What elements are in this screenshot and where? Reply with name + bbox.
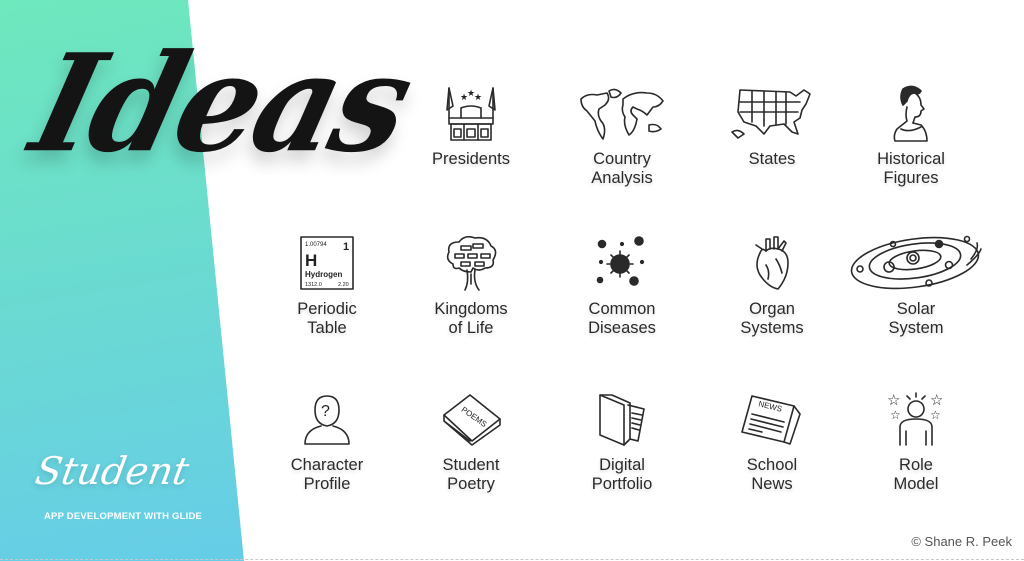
idea-card-kingdoms-of-life[interactable]: Kingdoms of Life [401,232,541,338]
heart-icon [755,236,789,290]
tree-icon [446,235,497,291]
idea-card-periodic-table[interactable]: 1.00794 1 H Hydrogen 1312.0 2.20 Periodi… [257,232,397,338]
newspaper-icon: NEWS [741,395,801,445]
brand-logo: Student [32,449,193,493]
virus-icon [596,236,645,286]
element-number: 1 [343,241,349,253]
brand-subtitle: APP DEVELOPMENT WITH GLIDE [44,511,203,522]
idea-label: Kingdoms of Life [434,300,508,337]
idea-card-school-news[interactable]: NEWS School News [702,388,842,494]
bust-portrait-icon [893,85,928,142]
world-map-icon [580,88,664,140]
us-map-icon [731,89,811,139]
newspaper-title: NEWS [758,399,783,414]
copyright-credit: © Shane R. Peek [911,534,1012,549]
element-ionization: 1312.0 [305,282,322,288]
idea-card-role-model[interactable]: ☆ ☆ ☆ ☆ Role Model [846,388,986,494]
idea-label: States [748,150,796,168]
role-model-icon: ☆ ☆ ☆ ☆ [887,392,943,446]
idea-card-digital-portfolio[interactable]: Digital Portfolio [552,388,692,494]
folder-icon [599,394,645,446]
idea-label: Presidents [432,150,510,168]
idea-label: Historical Figures [877,150,945,187]
idea-label: Solar System [888,300,944,337]
element-mass: 1.00794 [305,242,327,248]
svg-text:☆: ☆ [930,392,943,409]
capitol-building-icon: ★★★ [446,87,496,141]
idea-label: Character Profile [290,456,364,493]
idea-label: School News [746,456,798,493]
idea-label: Common Diseases [588,300,656,337]
svg-text:☆: ☆ [887,392,900,409]
svg-text:☆: ☆ [930,408,941,422]
idea-label: Digital Portfolio [591,456,653,493]
unknown-person-icon: ? [304,395,350,445]
poems-book-icon: POEMS [443,394,501,446]
idea-label: Student Poetry [442,456,500,493]
page-title: Ideas [18,25,424,183]
book-title: POEMS [460,405,489,429]
element-name: Hydrogen [305,270,342,279]
hydrogen-element-icon: 1.00794 1 H Hydrogen 1312.0 2.20 [300,236,354,290]
svg-text:?: ? [321,403,330,420]
solar-system-icon [850,235,982,290]
idea-card-historical-figures[interactable]: Historical Figures [841,82,981,188]
idea-card-solar-system[interactable]: Solar System [846,232,986,338]
element-symbol: H [305,251,317,270]
idea-card-presidents[interactable]: ★ ★ ★ Presidents [401,82,541,169]
svg-text:★: ★ [474,92,482,102]
idea-label: Periodic Table [297,300,357,337]
idea-card-student-poetry[interactable]: POEMS Student Poetry [401,388,541,494]
idea-card-country-analysis[interactable]: Country Analysis [552,82,692,188]
idea-card-character-profile[interactable]: ? Character Profile [257,388,397,494]
element-electronegativity: 2.20 [338,282,349,288]
bottom-divider [0,559,1024,560]
idea-label: Role Model [893,456,939,493]
idea-card-organ-systems[interactable]: Organ Systems [702,232,842,338]
idea-card-states[interactable]: States [702,82,842,169]
idea-label: Organ Systems [740,300,804,337]
idea-card-common-diseases[interactable]: Common Diseases [552,232,692,338]
idea-label: Country Analysis [591,150,653,187]
svg-text:☆: ☆ [890,408,901,422]
